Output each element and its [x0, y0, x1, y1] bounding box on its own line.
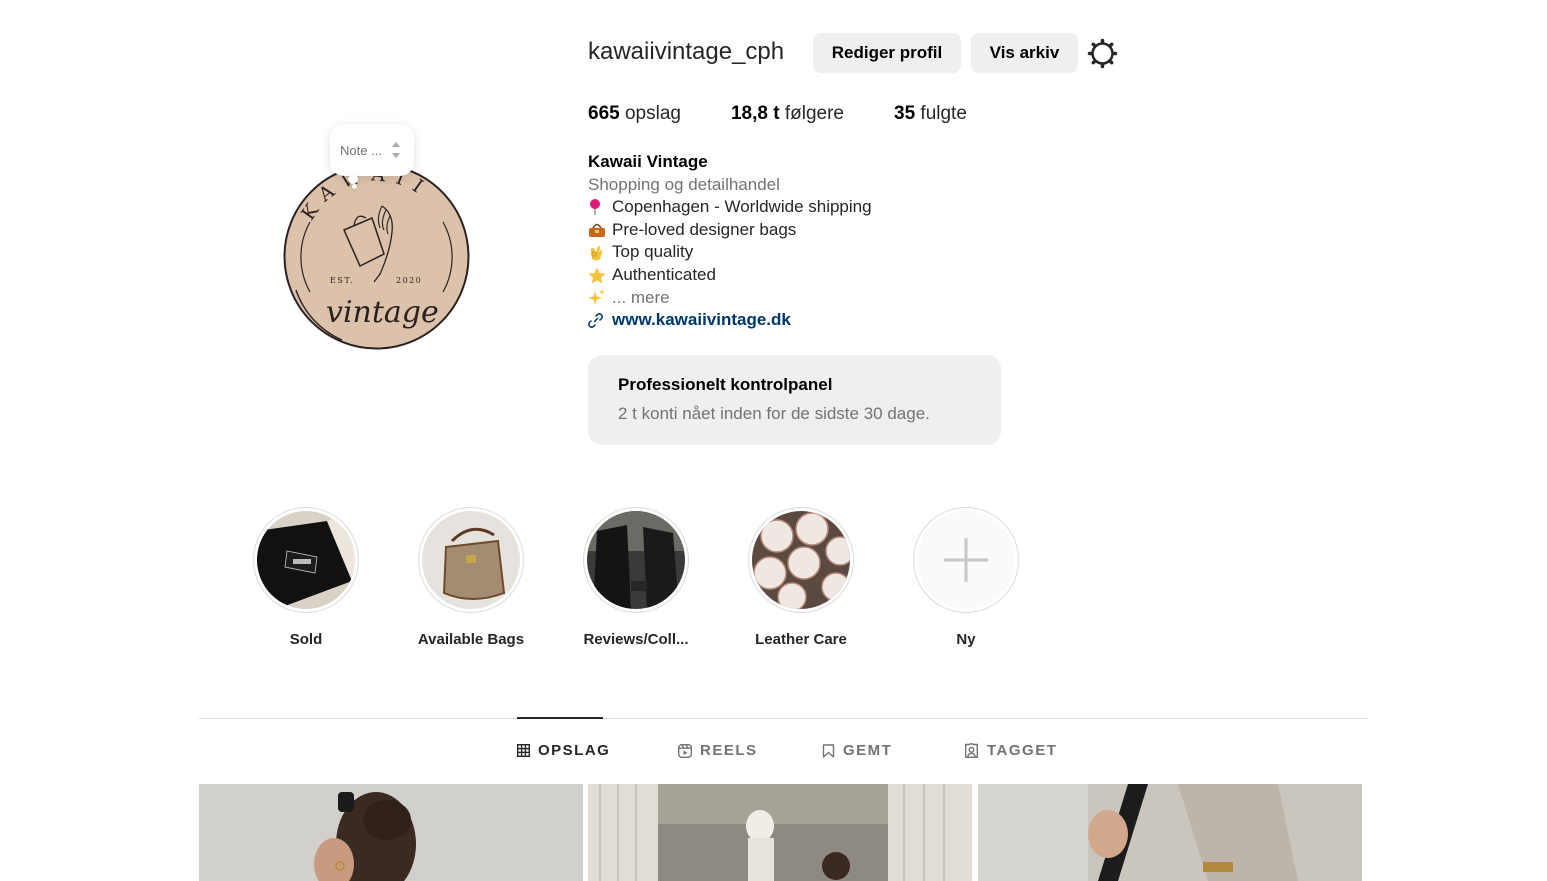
posts-stat: 665 opslag	[588, 103, 681, 125]
note-spinner-icon[interactable]	[390, 137, 402, 163]
tab-label: REELS	[700, 742, 758, 759]
followers-stat[interactable]: 18,8 t følgere	[731, 103, 844, 125]
bio-line-text: Pre-loved designer bags	[612, 219, 797, 239]
view-archive-button[interactable]: Vis arkiv	[971, 33, 1078, 73]
bio-line-location: Copenhagen - Worldwide shipping	[588, 196, 1028, 219]
highlight-new[interactable]: Ny	[896, 507, 1036, 648]
active-tab-indicator	[517, 717, 603, 719]
dashboard-title: Professionelt kontrolpanel	[618, 375, 833, 394]
reels-icon	[678, 743, 692, 758]
bio-more-line[interactable]: ... mere	[588, 287, 1028, 310]
highlight-cover-image	[752, 511, 850, 609]
pin-icon	[588, 198, 612, 216]
avatar-est-text: EST.	[330, 276, 354, 285]
posts-count: 665	[588, 103, 620, 124]
highlight-available-bags[interactable]: Available Bags	[401, 507, 541, 648]
dashboard-subtitle: 2 t konti nået inden for de sidste 30 da…	[618, 404, 930, 423]
handbag-icon	[588, 222, 612, 238]
posts-label: opslag	[624, 103, 681, 124]
highlight-cover-image	[587, 511, 685, 609]
display-name: Kawaii Vintage	[588, 152, 708, 171]
highlight-ring	[748, 507, 854, 613]
post-thumbnail[interactable]	[978, 784, 1362, 881]
tab-reels[interactable]: REELS	[678, 742, 758, 759]
gear-icon[interactable]	[1087, 38, 1118, 69]
note-placeholder: Note ...	[340, 142, 382, 158]
following-count: 35	[894, 103, 916, 124]
highlight-cover-image	[257, 511, 355, 609]
plus-icon	[917, 511, 1015, 609]
post-image	[588, 784, 972, 881]
bio-line-text: Authenticated	[612, 264, 716, 284]
post-thumbnail[interactable]	[588, 784, 972, 881]
bio-line-bags: Pre-loved designer bags	[588, 219, 1028, 242]
following-stat[interactable]: 35 fulgte	[894, 103, 967, 125]
category-label: Shopping og detailhandel	[588, 174, 780, 194]
bio-line-quality: Top quality	[588, 241, 1028, 264]
ok-hand-icon	[588, 244, 612, 262]
post-thumbnail[interactable]	[199, 784, 583, 881]
highlight-ring	[913, 507, 1019, 613]
highlight-ring	[253, 507, 359, 613]
username: kawaiivintage_cph	[588, 38, 785, 65]
post-image	[978, 784, 1362, 881]
followers-label: følgere	[784, 103, 844, 124]
grid-icon	[517, 744, 530, 757]
professional-dashboard-card[interactable]: Professionelt kontrolpanel 2 t konti nåe…	[588, 355, 1001, 445]
note-bubble-tail-small	[352, 184, 357, 189]
tab-tagged[interactable]: TAGGET	[964, 742, 1057, 759]
highlight-cover-image	[422, 511, 520, 609]
tab-posts[interactable]: OPSLAG	[517, 742, 610, 759]
bio-line-text: Top quality	[612, 242, 694, 262]
tagged-user-icon	[965, 743, 978, 758]
highlight-ring	[583, 507, 689, 613]
tab-label: TAGGET	[987, 742, 1058, 759]
tab-saved[interactable]: GEMT	[822, 742, 892, 759]
bio-line-authenticated: Authenticated	[588, 264, 1028, 287]
highlight-label: Available Bags	[417, 631, 525, 648]
bio-line-text: Copenhagen - Worldwide shipping	[612, 197, 872, 217]
link-icon	[588, 313, 612, 328]
bookmark-icon	[822, 743, 835, 758]
bio-website-line[interactable]: www.kawaiivintage.dk	[588, 309, 1028, 332]
highlight-leather-care[interactable]: Leather Care	[731, 507, 871, 648]
star-icon	[588, 267, 612, 284]
following-label: fulgte	[920, 103, 967, 124]
highlight-label: Leather Care	[755, 631, 847, 648]
avatar-year-text: 2020	[396, 276, 422, 285]
profile-bio: Kawaii Vintage Shopping og detailhandel …	[588, 151, 1028, 332]
highlight-label: Reviews/Coll...	[583, 631, 689, 648]
highlight-reviews[interactable]: Reviews/Coll...	[566, 507, 706, 648]
highlight-sold[interactable]: Sold	[236, 507, 376, 648]
highlight-ring	[418, 507, 524, 613]
profile-avatar[interactable]: KAWAII EST. 2020 vintage	[282, 162, 471, 351]
tab-label: OPSLAG	[538, 742, 611, 759]
website-link[interactable]: www.kawaiivintage.dk	[612, 309, 791, 332]
more-link[interactable]: ... mere	[612, 287, 670, 310]
sparkles-icon	[588, 288, 612, 307]
note-bubble[interactable]: Note ...	[330, 124, 414, 176]
post-image	[199, 784, 583, 881]
followers-count: 18,8 t	[730, 103, 780, 124]
note-bubble-tail	[348, 174, 358, 184]
tabs-divider	[199, 718, 1368, 719]
highlight-label: Ny	[956, 631, 976, 648]
edit-profile-button[interactable]: Rediger profil	[813, 33, 961, 73]
tab-label: GEMT	[843, 742, 893, 759]
avatar-script-text: vintage	[326, 295, 439, 330]
profile-stats: 665 opslag 18,8 t følgere 35 fulgte	[588, 103, 1017, 125]
highlight-label: Sold	[289, 631, 323, 648]
